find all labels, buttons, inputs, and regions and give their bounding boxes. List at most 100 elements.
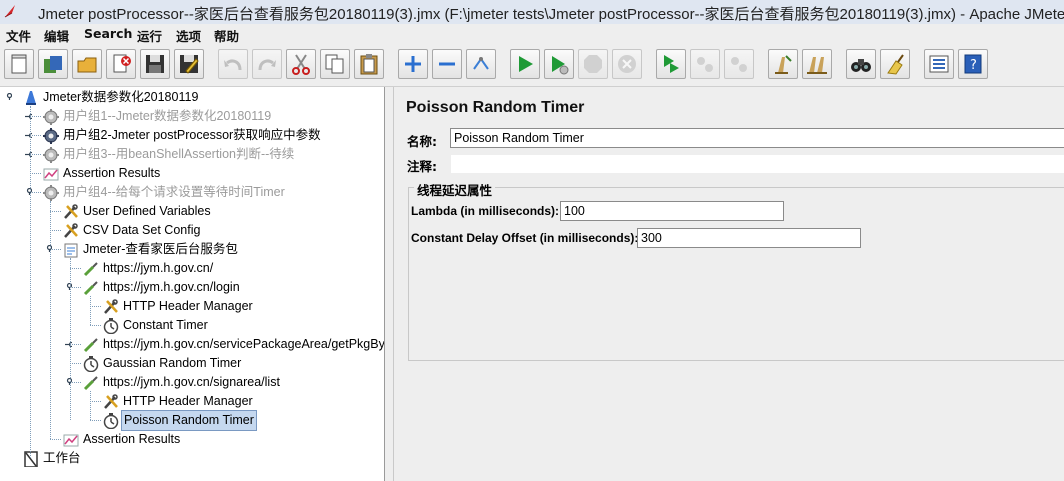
copy-button[interactable]	[320, 49, 350, 79]
menu-edit[interactable]: 编辑	[44, 26, 69, 45]
menu-help[interactable]: 帮助	[214, 26, 239, 45]
split-pane-divider[interactable]	[385, 87, 394, 481]
save-as-button[interactable]	[174, 49, 204, 79]
offset-input[interactable]: 300	[637, 228, 861, 248]
sampler-icon	[83, 376, 98, 391]
menu-bar: 文件 编辑 Search 运行 选项 帮助	[0, 24, 1064, 44]
toggle-icon	[473, 57, 489, 70]
templates-button[interactable]	[38, 49, 68, 79]
tree-connector	[90, 325, 101, 326]
tree-node-label: Jmeter-查看家医后台服务包	[83, 242, 238, 256]
remote-start-button[interactable]	[656, 49, 686, 79]
transaction-controller-icon	[64, 243, 78, 258]
tree-node-label: Gaussian Random Timer	[103, 356, 242, 370]
copy-icon	[325, 54, 344, 74]
remote-shutdown-button[interactable]	[724, 49, 754, 79]
tree-connector	[90, 401, 101, 402]
tree-connector	[90, 391, 91, 420]
tree-node-label: 用户组3--用beanShellAssertion判断--待续	[63, 147, 295, 161]
window-title-bar: Jmeter postProcessor--家医后台查看服务包20180119(…	[0, 0, 1064, 24]
collapse-icon	[439, 62, 455, 66]
comments-field[interactable]	[450, 154, 1064, 174]
stop-icon	[584, 55, 602, 73]
test-plan-icon	[26, 91, 36, 105]
tree-node-label: Poisson Random Timer	[121, 410, 257, 431]
tree-connector	[50, 439, 61, 440]
cut-button[interactable]	[286, 49, 316, 79]
save-button[interactable]	[140, 49, 170, 79]
tree-node-label: https://jym.h.gov.cn/login	[103, 280, 240, 294]
tree-node-label: User Defined Variables	[83, 204, 211, 218]
start-icon	[519, 56, 533, 72]
sampler-icon	[83, 281, 98, 296]
svg-text:?: ?	[970, 58, 977, 73]
tree-node-label: HTTP Header Manager	[123, 299, 253, 313]
undo-icon	[224, 59, 242, 71]
tree-node-label: https://jym.h.gov.cn/servicePackageArea/…	[103, 337, 385, 351]
test-plan-tree[interactable]: Jmeter数据参数化20180119 用户组1--Jmeter数据参数化2018…	[0, 87, 385, 481]
menu-file[interactable]: 文件	[6, 26, 31, 45]
open-button[interactable]	[72, 49, 102, 79]
timer-icon	[103, 413, 119, 429]
sampler-icon	[83, 262, 98, 277]
function-helper-button[interactable]	[924, 49, 954, 79]
tree-connector	[50, 230, 61, 231]
tree-connector	[90, 296, 91, 325]
stop-button[interactable]	[578, 49, 608, 79]
tree-connector	[30, 173, 41, 174]
expand-icon	[405, 56, 421, 72]
paste-icon	[360, 54, 378, 75]
function-helper-icon	[929, 55, 949, 73]
clear-icon	[775, 55, 792, 74]
reset-search-button[interactable]	[880, 49, 910, 79]
expand-all-button[interactable]	[398, 49, 428, 79]
help-button[interactable]: ?	[958, 49, 988, 79]
clear-all-button[interactable]	[802, 49, 832, 79]
config-icon	[64, 204, 78, 219]
search-button[interactable]	[846, 49, 876, 79]
collapse-node-icon[interactable]	[5, 93, 12, 100]
close-icon	[113, 54, 131, 73]
toolbar: ?	[0, 44, 1064, 87]
config-icon	[104, 394, 118, 409]
tree-connector	[30, 106, 31, 458]
remote-stop-icon	[697, 57, 713, 72]
offset-label: Constant Delay Offset (in milliseconds):	[411, 231, 639, 245]
remote-stop-button[interactable]	[690, 49, 720, 79]
lambda-input[interactable]: 100	[560, 201, 784, 221]
assertion-results-icon	[63, 434, 79, 447]
paste-button[interactable]	[354, 49, 384, 79]
tree-node-label: 工作台	[43, 451, 81, 465]
reset-search-icon	[887, 54, 904, 75]
cut-icon	[292, 54, 310, 75]
sampler-icon	[83, 338, 98, 353]
menu-run[interactable]: 运行	[137, 26, 162, 45]
tree-node-label: Assertion Results	[63, 166, 161, 180]
undo-button[interactable]	[218, 49, 248, 79]
collapse-all-button[interactable]	[432, 49, 462, 79]
templates-icon	[44, 56, 62, 73]
menu-options[interactable]: 选项	[176, 26, 201, 45]
timer-icon	[103, 318, 119, 334]
clear-button[interactable]	[768, 49, 798, 79]
new-button[interactable]	[4, 49, 34, 79]
toggle-button[interactable]	[466, 49, 496, 79]
new-icon	[11, 54, 27, 74]
timer-icon	[83, 356, 99, 372]
thread-group-icon	[43, 128, 59, 144]
menu-search[interactable]: Search	[84, 26, 132, 41]
timer-config-panel: Poisson Random Timer 名称: Poisson Random …	[394, 87, 1064, 481]
start-button[interactable]	[510, 49, 540, 79]
start-no-pauses-button[interactable]	[544, 49, 574, 79]
help-icon: ?	[964, 54, 982, 74]
name-field[interactable]: Poisson Random Timer	[450, 128, 1064, 148]
config-icon	[104, 299, 118, 314]
close-button[interactable]	[106, 49, 136, 79]
tree-node-label: CSV Data Set Config	[83, 223, 201, 237]
save-icon	[146, 55, 164, 73]
tree-connector	[70, 363, 81, 364]
redo-button[interactable]	[252, 49, 282, 79]
shutdown-button[interactable]	[612, 49, 642, 79]
tree-connector	[50, 201, 51, 439]
shutdown-icon	[618, 55, 636, 73]
